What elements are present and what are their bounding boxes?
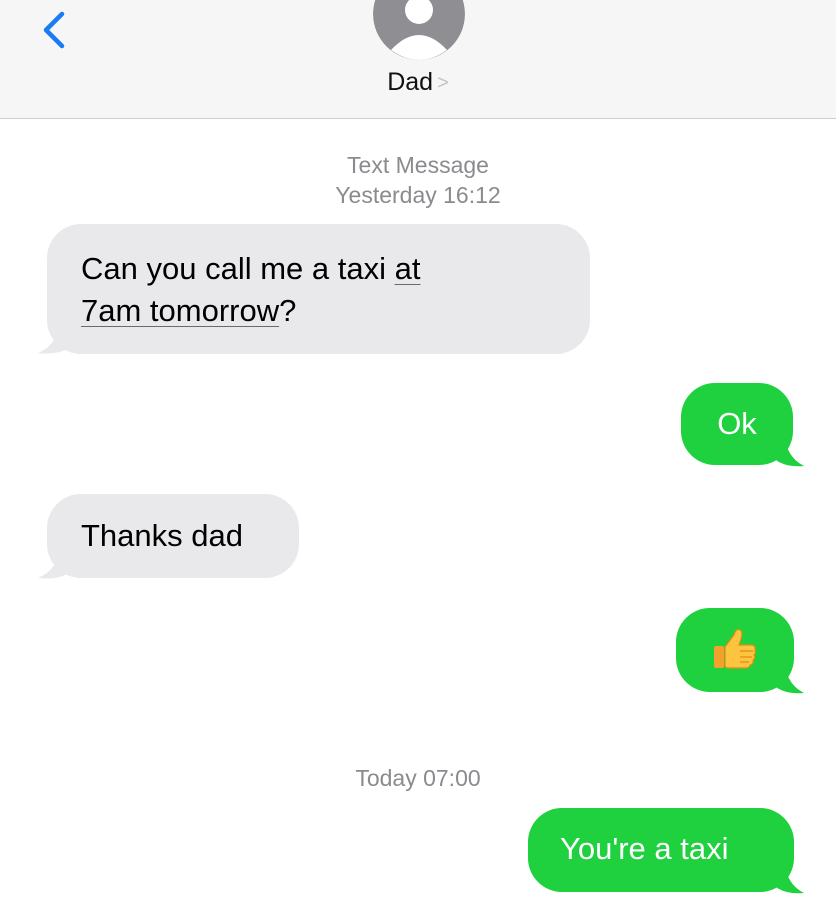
detected-date-link[interactable]: at	[395, 251, 421, 286]
back-button[interactable]	[34, 8, 74, 52]
detected-date-link[interactable]: 7am tomorrow	[81, 293, 279, 328]
message-bubble-outgoing[interactable]: You're a taxi	[528, 808, 794, 892]
timestamp-label: Today 07:00	[355, 765, 481, 791]
person-avatar-icon	[373, 0, 465, 60]
service-label: Text Message	[347, 152, 489, 178]
timestamp-yesterday: Text Message Yesterday 16:12	[0, 150, 836, 210]
contact-name: Dad	[387, 68, 434, 96]
conversation-header: Dad >	[0, 0, 836, 119]
timestamp-label: Yesterday 16:12	[335, 182, 501, 208]
message-bubble-incoming[interactable]: Thanks dad	[47, 494, 299, 578]
chevron-left-icon	[43, 11, 65, 49]
message-text: You're a taxi	[560, 831, 729, 866]
message-bubble-incoming[interactable]: Can you call me a taxi at 7am tomorrow?	[47, 224, 590, 354]
thumbs-up-icon	[714, 628, 756, 669]
message-line: 7am tomorrow?	[81, 290, 556, 332]
message-bubble-outgoing[interactable]: Ok	[681, 383, 793, 465]
contact-name-button[interactable]: Dad >	[0, 68, 836, 97]
timestamp-today: Today 07:00	[0, 763, 836, 793]
message-text: ?	[279, 293, 297, 328]
message-bubble-outgoing[interactable]	[676, 608, 794, 692]
message-text: Can you call me a taxi	[81, 251, 395, 286]
message-line: Can you call me a taxi at	[81, 248, 556, 290]
chevron-right-icon: >	[437, 72, 449, 94]
contact-avatar[interactable]	[373, 0, 465, 60]
message-text: Thanks dad	[81, 518, 243, 553]
message-text: Ok	[717, 406, 757, 441]
